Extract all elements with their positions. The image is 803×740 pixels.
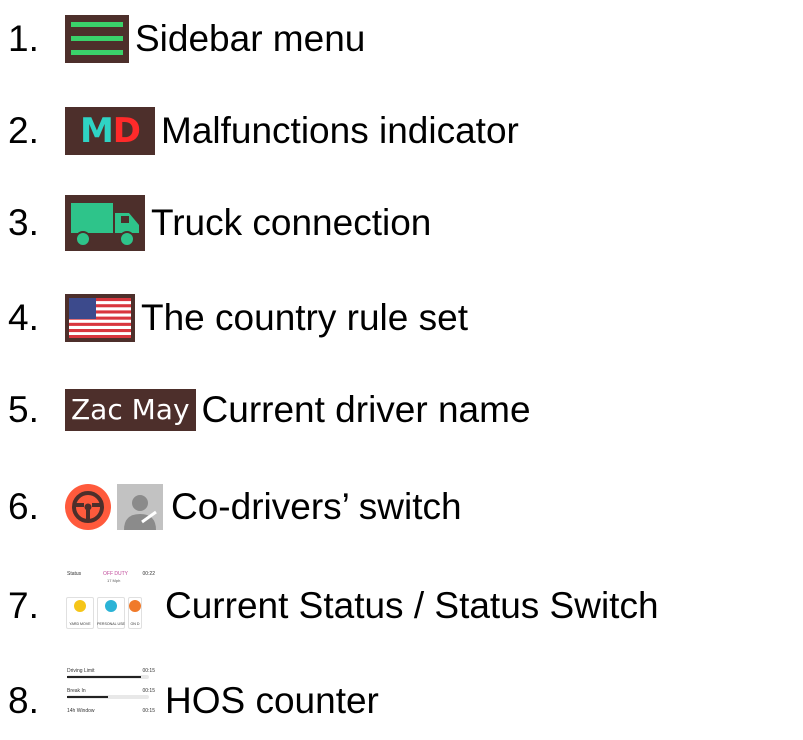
legend-item-country: 4. The country rule set	[8, 288, 468, 348]
item-number: 1.	[8, 18, 39, 59]
item-label: Current driver name	[201, 389, 531, 430]
item-label: The country rule set	[141, 297, 468, 338]
item-label: Sidebar menu	[135, 18, 366, 59]
user-icon	[117, 484, 163, 530]
item-number: 8.	[8, 680, 39, 721]
legend-item-driver: 5. Zac May Current driver name	[8, 380, 531, 440]
legend-item-hos: 8. Driving Limit 00:15 Break In 00:15 14h …	[8, 660, 379, 730]
driver-name-badge: Zac May	[65, 389, 196, 431]
item-number: 3.	[8, 202, 39, 243]
legend-item-malfunctions: 2. MD Malfunctions indicator	[8, 101, 519, 161]
item-number: 4.	[8, 297, 39, 338]
item-label: Malfunctions indicator	[161, 110, 519, 151]
legend-item-codriver: 6. Co-drivers’ switch	[8, 477, 462, 537]
item-number: 2.	[8, 110, 39, 151]
hos-counter-thumbnail: Driving Limit 00:15 Break In 00:15 14h Win…	[67, 668, 155, 714]
item-label: HOS counter	[165, 680, 379, 721]
hamburger-menu-icon	[65, 15, 129, 63]
truck-icon	[65, 195, 145, 251]
md-indicator-icon: MD	[65, 107, 155, 155]
codriver-switch	[65, 484, 165, 530]
item-number: 6.	[8, 486, 39, 527]
item-label: Co-drivers’ switch	[171, 486, 462, 527]
item-label: Truck connection	[151, 202, 432, 243]
legend-item-status: 7. Status OFF DUTY 00:22 17 Mph YARD MOV…	[8, 565, 659, 635]
item-number: 5.	[8, 389, 39, 430]
steering-wheel-icon	[65, 484, 111, 530]
item-label: Current Status / Status Switch	[165, 585, 659, 626]
legend-item-sidebar: 1. Sidebar menu	[8, 9, 365, 69]
legend-item-truck: 3. Truck connection	[8, 193, 431, 253]
us-flag-icon	[65, 294, 135, 342]
item-number: 7.	[8, 585, 39, 626]
status-card-thumbnail: Status OFF DUTY 00:22 17 Mph YARD MOVE P…	[65, 569, 159, 631]
legend-list: 1. Sidebar menu 2. MD Malfunctions indic…	[0, 0, 803, 740]
